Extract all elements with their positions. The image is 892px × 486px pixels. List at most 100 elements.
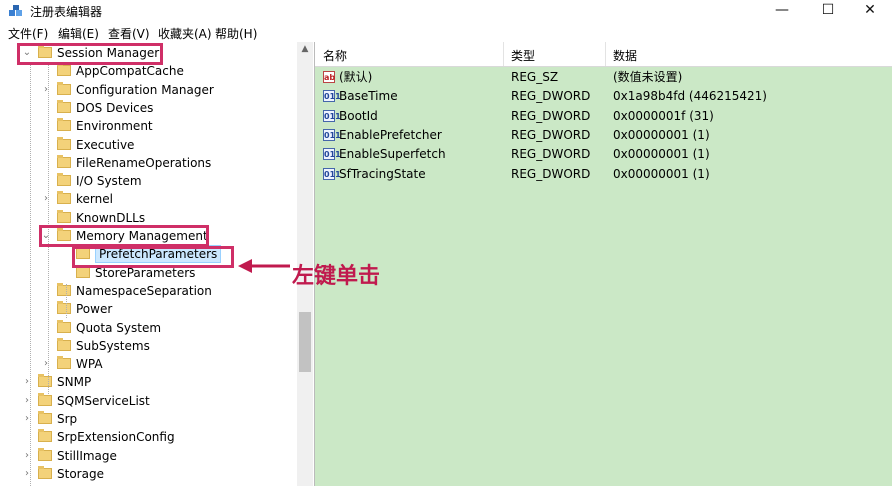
expand-chevron-icon[interactable]: ›	[41, 355, 51, 373]
tree-node-kernel[interactable]: › kernel	[0, 190, 296, 208]
tree-node-label: Configuration Manager	[76, 82, 214, 97]
tree-node-executive[interactable]: Executive	[0, 136, 296, 154]
tree-node-srp[interactable]: › Srp	[0, 410, 296, 428]
folder-icon	[57, 99, 71, 113]
tree-node-label: Power	[76, 302, 113, 317]
value-name: SfTracingState	[339, 166, 426, 181]
folder-icon	[38, 411, 52, 424]
tree-node-stillimage[interactable]: › StillImage	[0, 447, 296, 465]
tree-node-srpextensionconfig[interactable]: SrpExtensionConfig	[0, 428, 296, 446]
highlight-box-memory-management	[39, 225, 209, 247]
highlight-box-prefetch-parameters	[72, 246, 234, 268]
value-type: REG_SZ	[511, 70, 559, 84]
folder-icon	[57, 136, 71, 150]
tree-node-label: Quota System	[76, 320, 162, 335]
tree-node-power[interactable]: Power	[0, 300, 296, 318]
value-row[interactable]: 011 BootId REG_DWORD 0x0000001f (31)	[315, 107, 892, 126]
minimize-button[interactable]: —	[760, 0, 804, 22]
value-type: REG_DWORD	[511, 147, 591, 162]
folder-icon	[38, 374, 52, 388]
column-header-type[interactable]: 类型	[511, 47, 535, 64]
scroll-up-arrow-icon[interactable]: ▲	[297, 44, 313, 56]
value-type: REG_DWORD	[511, 127, 591, 142]
tree-node-quota-system[interactable]: Quota System	[0, 319, 296, 337]
menu-file[interactable]: 文件(F)	[8, 25, 48, 42]
tree-node-knowndlls[interactable]: KnownDLLs	[0, 209, 296, 227]
tree-node-environment[interactable]: Environment	[0, 117, 296, 135]
menu-view[interactable]: 查看(V)	[108, 25, 150, 42]
folder-icon	[57, 173, 71, 187]
column-header-name[interactable]: 名称	[323, 47, 347, 64]
annotation-arrow-icon	[238, 259, 290, 273]
tree-node-configuration-manager[interactable]: › Configuration Manager	[0, 81, 296, 99]
menu-bar: 文件(F) 编辑(E) 查看(V) 收藏夹(A) 帮助(H)	[0, 22, 892, 43]
value-data: 0x00000001 (1)	[613, 166, 710, 181]
tree-node-i-o-system[interactable]: I/O System	[0, 172, 296, 190]
value-name: (默认)	[339, 70, 373, 84]
menu-favorites[interactable]: 收藏夹(A)	[158, 25, 212, 42]
folder-icon	[57, 63, 71, 77]
column-header-data[interactable]: 数据	[613, 47, 637, 64]
tree-node-label: kernel	[76, 192, 113, 207]
tree-node-sqmservicelist[interactable]: › SQMServiceList	[0, 392, 296, 410]
tree-node-label: FileRenameOperations	[76, 155, 212, 170]
tree-node-label: Storage	[57, 466, 104, 481]
value-type: REG_DWORD	[511, 89, 591, 104]
dword-value-icon: 011	[323, 148, 341, 161]
value-data: 0x00000001 (1)	[613, 147, 710, 162]
value-data: (数值未设置)	[613, 70, 683, 84]
list-header: 名称 类型 数据	[315, 42, 892, 67]
menu-edit[interactable]: 编辑(E)	[58, 25, 99, 42]
value-type: REG_DWORD	[511, 108, 591, 123]
expand-chevron-icon[interactable]: ›	[41, 81, 51, 99]
folder-icon	[57, 301, 71, 315]
tree-node-filerenameoperations[interactable]: FileRenameOperations	[0, 154, 296, 172]
column-divider[interactable]	[605, 42, 606, 66]
folder-icon	[38, 447, 52, 461]
value-row[interactable]: 011 SfTracingState REG_DWORD 0x00000001 (1)	[315, 165, 892, 184]
folder-icon	[38, 429, 52, 443]
value-name: BootId	[339, 108, 378, 123]
annotation-label: 左键单击	[292, 264, 381, 289]
tree-node-namespaceseparation[interactable]: NamespaceSeparation	[0, 282, 296, 300]
values-list-pane[interactable]: 名称 类型 数据 ab (默认) REG_SZ (数值未设置) 011 BaseTime R…	[315, 42, 892, 486]
tree-node-label: NamespaceSeparation	[76, 283, 212, 298]
tree-guide-line	[30, 62, 31, 486]
tree-node-label: SrpExtensionConfig	[57, 430, 175, 445]
tree-node-label: StillImage	[57, 448, 117, 463]
folder-icon	[76, 264, 90, 278]
tree-node-snmp[interactable]: › SNMP	[0, 373, 296, 391]
tree-node-label: Environment	[76, 119, 153, 134]
tree-node-storage[interactable]: › Storage	[0, 465, 296, 483]
close-button[interactable]: ✕	[848, 0, 892, 22]
value-row[interactable]: ab (默认) REG_SZ (数值未设置)	[315, 68, 892, 87]
tree-node-label: DOS Devices	[76, 100, 154, 115]
value-name: BaseTime	[339, 89, 398, 104]
string-value-icon: ab	[323, 71, 336, 83]
registry-editor-icon	[9, 5, 22, 16]
dword-value-icon: 011	[323, 167, 341, 180]
folder-icon	[57, 337, 71, 351]
value-data: 0x0000001f (31)	[613, 108, 714, 123]
tree-node-label: SubSystems	[76, 338, 150, 353]
value-row[interactable]: 011 BaseTime REG_DWORD 0x1a98b4fd (44621542…	[315, 87, 892, 106]
folder-icon	[57, 282, 71, 296]
tree-node-label: SNMP	[57, 375, 92, 390]
value-data: 0x1a98b4fd (446215421)	[613, 89, 767, 104]
value-row[interactable]: 011 EnablePrefetcher REG_DWORD 0x00000001 (…	[315, 126, 892, 145]
window-title: 注册表编辑器	[30, 5, 103, 19]
value-row[interactable]: 011 EnableSuperfetch REG_DWORD 0x00000001 (…	[315, 145, 892, 164]
tree-node-wpa[interactable]: › WPA	[0, 355, 296, 373]
expand-chevron-icon[interactable]: ›	[41, 190, 51, 208]
dword-value-icon: 011	[323, 109, 341, 122]
menu-help[interactable]: 帮助(H)	[215, 25, 257, 42]
maximize-button[interactable]: ☐	[806, 0, 850, 22]
folder-icon	[57, 154, 71, 168]
value-name: EnablePrefetcher	[339, 127, 442, 142]
column-divider[interactable]	[503, 42, 504, 66]
scrollbar-thumb[interactable]	[299, 312, 311, 372]
tree-node-dos-devices[interactable]: DOS Devices	[0, 99, 296, 117]
tree-node-subsystems[interactable]: SubSystems	[0, 337, 296, 355]
folder-icon	[57, 209, 71, 223]
highlight-box-session-manager	[17, 43, 163, 65]
